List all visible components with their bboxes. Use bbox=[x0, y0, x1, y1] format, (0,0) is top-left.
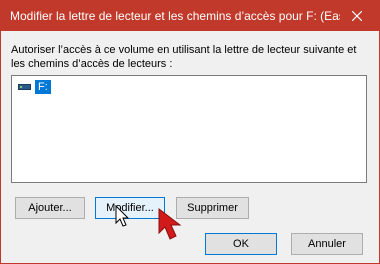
dialog-window: Modifier la lettre de lecteur et les che… bbox=[0, 0, 380, 264]
title-bar: Modifier la lettre de lecteur et les che… bbox=[1, 1, 379, 31]
list-item-label: F: bbox=[34, 79, 52, 95]
ok-button[interactable]: OK bbox=[205, 233, 277, 255]
close-button[interactable] bbox=[335, 1, 379, 31]
instruction-text: Autoriser l’accès à ce volume en utilisa… bbox=[11, 44, 357, 70]
close-icon bbox=[352, 11, 362, 21]
window-title: Modifier la lettre de lecteur et les che… bbox=[10, 9, 340, 23]
list-item[interactable]: F: bbox=[18, 79, 52, 95]
remove-button[interactable]: Supprimer bbox=[176, 197, 249, 219]
mouse-cursor-icon bbox=[115, 205, 130, 227]
drive-icon bbox=[18, 83, 32, 91]
add-button[interactable]: Ajouter... bbox=[15, 197, 85, 219]
drive-paths-list[interactable]: F: bbox=[11, 75, 367, 183]
cancel-button[interactable]: Annuler bbox=[291, 233, 363, 255]
red-arrow-pointer-icon bbox=[158, 207, 182, 240]
